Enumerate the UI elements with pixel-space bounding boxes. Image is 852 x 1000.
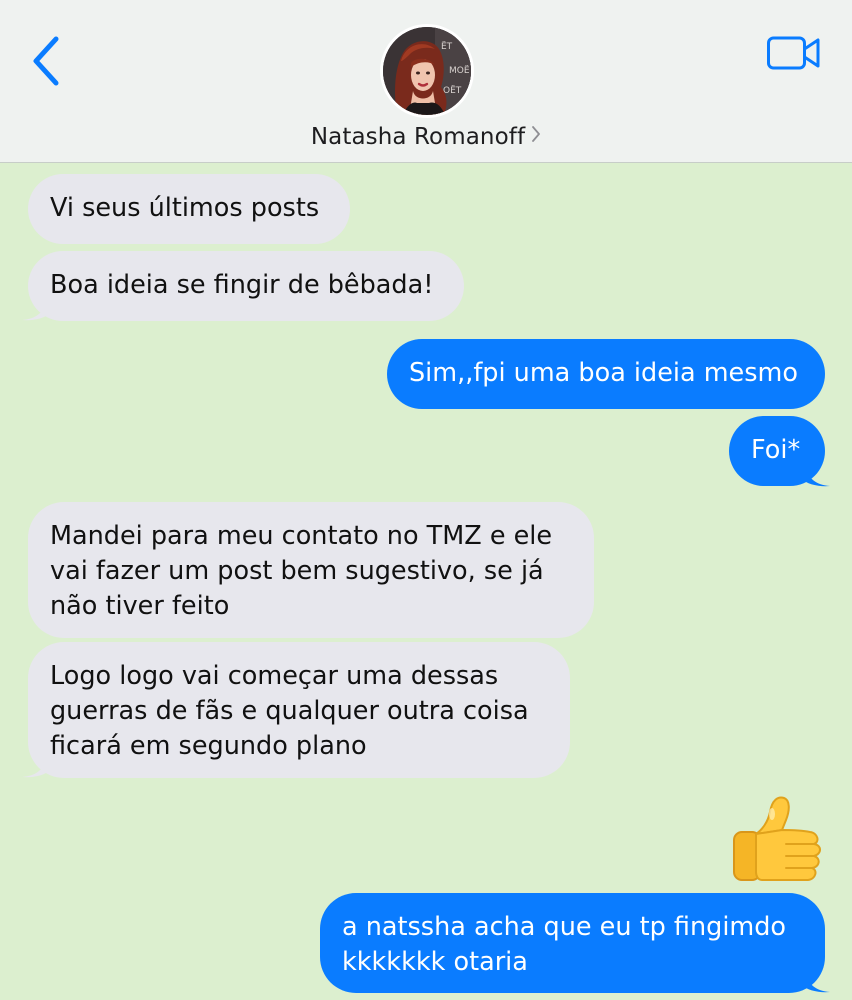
- incoming-message-bubble[interactable]: Logo logo vai começar uma dessas guerras…: [28, 642, 570, 778]
- contact-name: Natasha Romanoff: [310, 124, 526, 150]
- message-line: ficará em segundo plano: [50, 731, 367, 761]
- bubble-tail: [800, 460, 830, 487]
- bubble-tail: [22, 751, 52, 778]
- message-line: guerras de fãs e qualquer outra coisa: [50, 696, 529, 726]
- contact-avatar[interactable]: ËT MOË OËT: [383, 27, 471, 115]
- incoming-message-bubble[interactable]: Mandei para meu contato no TMZ e ele vai…: [28, 502, 594, 638]
- back-button[interactable]: [26, 34, 70, 88]
- message-text: Foi*: [751, 435, 801, 465]
- svg-text:ËT: ËT: [441, 41, 453, 52]
- message-text: Boa ideia se fingir de bêbada!: [50, 270, 434, 300]
- message-line: não tiver feito: [50, 591, 230, 621]
- bubble-tail: [800, 966, 830, 993]
- message-line: kkkkkkk otaria: [342, 947, 528, 977]
- contact-photo: ËT MOË OËT: [383, 27, 471, 115]
- svg-text:OËT: OËT: [443, 85, 462, 96]
- bubble-tail: [22, 294, 52, 321]
- message-text: Sim,,fpi uma boa ideia mesmo: [409, 358, 798, 388]
- message-text: Vi seus últimos posts: [50, 193, 320, 223]
- chevron-right-icon: [532, 126, 541, 142]
- chevron-left-icon: [33, 36, 59, 86]
- outgoing-message-bubble[interactable]: Sim,,fpi uma boa ideia mesmo: [387, 339, 825, 409]
- video-call-button[interactable]: [766, 34, 822, 74]
- video-camera-icon: [767, 36, 820, 70]
- message-line: a natssha acha que eu tp fingimdo: [342, 912, 787, 942]
- message-line: Mandei para meu contato no TMZ e ele: [50, 521, 553, 551]
- svg-text:MOË: MOË: [449, 65, 470, 76]
- message-line: Logo logo vai começar uma dessas: [50, 661, 499, 691]
- thumbs-up-icon[interactable]: [726, 790, 826, 890]
- conversation-header: ËT MOË OËT Natasha Romanoff: [0, 0, 852, 163]
- incoming-message-bubble[interactable]: Vi seus últimos posts: [28, 174, 350, 244]
- outgoing-message-bubble[interactable]: a natssha acha que eu tp fingimdo kkkkkk…: [320, 893, 825, 993]
- contact-name-button[interactable]: Natasha Romanoff: [0, 124, 852, 150]
- message-line: vai fazer um post bem sugestivo, se já: [50, 556, 544, 586]
- incoming-message-bubble[interactable]: Boa ideia se fingir de bêbada!: [28, 251, 464, 321]
